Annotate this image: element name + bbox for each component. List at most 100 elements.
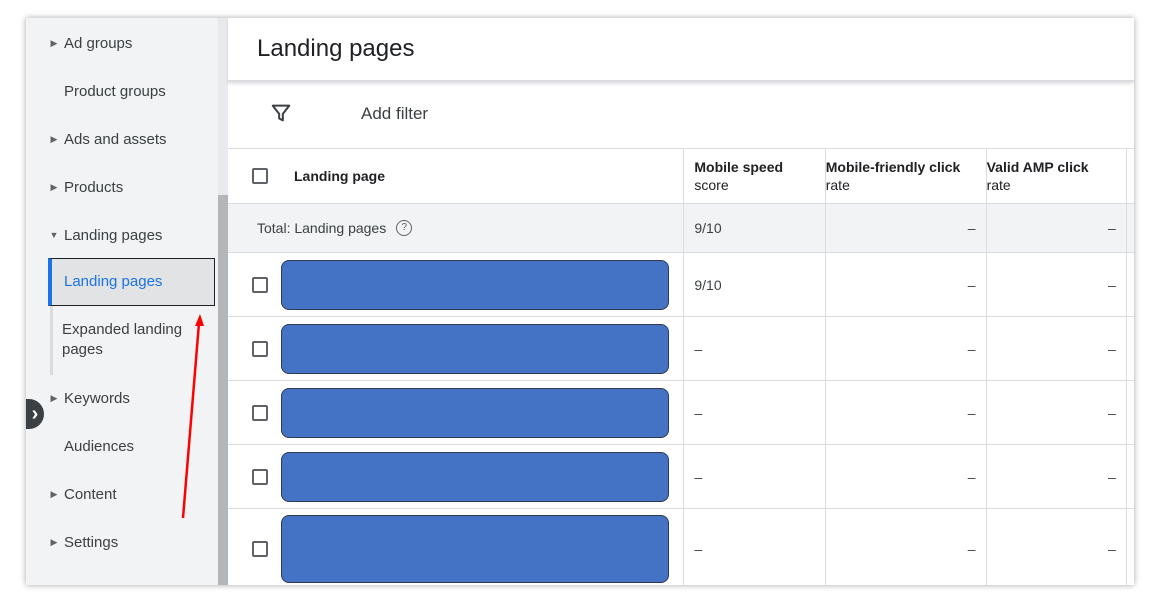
caret-right-icon: ▶: [50, 536, 58, 547]
row-checkbox[interactable]: [252, 468, 268, 485]
landing-pages-table: Landing page Mobile speed score Mobile-f…: [228, 148, 1134, 585]
landing-page-cell: [228, 252, 685, 317]
column-header-label: Landing page: [294, 167, 385, 184]
row-checkbox[interactable]: [252, 404, 268, 421]
valid-amp-cell: –: [986, 508, 1127, 585]
sidebar-item-label: Audiences: [64, 437, 135, 455]
app-window: ▶ Ad groups Product groups ▶ Ads and ass…: [26, 18, 1134, 585]
caret-right-icon: ▶: [50, 133, 58, 144]
main-content: Landing pages Add filter Landing page Mo…: [228, 18, 1134, 585]
mobile-speed-cell: –: [683, 380, 826, 445]
sidebar-item-label: Product groups: [64, 82, 166, 100]
caret-right-icon: ▶: [50, 488, 58, 499]
column-header-mobile-speed-score[interactable]: Mobile speed score: [683, 148, 826, 204]
table-row: – – –: [228, 508, 1134, 585]
sidebar-item-label: Products: [64, 178, 124, 196]
sidebar-item-label: Ads and assets: [64, 130, 167, 148]
overflow-cell: [1126, 203, 1134, 253]
column-header-label: score: [694, 176, 729, 193]
mobile-friendly-cell: –: [825, 444, 987, 509]
mobile-friendly-cell: –: [825, 252, 987, 317]
overflow-cell: [1126, 252, 1134, 317]
sidebar-item-content[interactable]: ▶ Content: [26, 471, 218, 517]
column-header-mobile-friendly-click-rate[interactable]: Mobile-friendly click rate: [825, 148, 987, 204]
column-header-label: rate: [825, 176, 850, 193]
valid-amp-cell: –: [986, 316, 1127, 381]
caret-down-icon: ▼: [49, 230, 59, 240]
sidebar-item-landing-pages[interactable]: ▼ Landing pages: [26, 212, 218, 258]
column-header-label: Valid AMP click: [986, 158, 1089, 175]
table-row: 9/10 – –: [228, 252, 1134, 317]
caret-right-icon: ▶: [50, 392, 58, 403]
sidebar-item-label: Settings: [64, 533, 119, 551]
select-all-checkbox[interactable]: [252, 167, 268, 184]
overflow-cell: [1126, 380, 1134, 445]
help-icon[interactable]: ?: [396, 220, 413, 236]
landing-page-cell: [228, 380, 685, 445]
caret-right-icon: ▶: [50, 37, 58, 48]
sidebar-nav: ▶ Ad groups Product groups ▶ Ads and ass…: [26, 18, 218, 585]
redacted-url[interactable]: [281, 451, 669, 502]
title-bar: Landing pages: [228, 18, 1134, 82]
sidebar-subitem-label: Landing pages: [64, 273, 163, 290]
mobile-speed-cell: 9/10: [683, 252, 826, 317]
sidebar-item-settings[interactable]: ▶ Settings: [26, 519, 218, 565]
table-row: – – –: [228, 316, 1134, 381]
sidebar-subitem-landing-pages[interactable]: Landing pages: [48, 258, 215, 306]
sidebar-item-ad-groups[interactable]: ▶ Ad groups: [26, 20, 218, 66]
sidebar-subitem-label: Expanded landing pages: [62, 321, 183, 358]
filter-bar: Add filter: [228, 82, 1134, 149]
total-mobile-speed-cell: 9/10: [683, 203, 826, 253]
table-row: – – –: [228, 444, 1134, 509]
column-header-overflow: [1126, 148, 1134, 204]
caret-right-icon: ▶: [50, 181, 58, 192]
valid-amp-cell: –: [986, 444, 1127, 509]
row-checkbox[interactable]: [252, 276, 268, 293]
landing-page-cell: [228, 444, 685, 509]
row-checkbox[interactable]: [252, 340, 268, 357]
sidebar-item-keywords[interactable]: ▶ Keywords: [26, 375, 218, 421]
redacted-url[interactable]: [281, 259, 669, 310]
sidebar-subitem-expanded-landing-pages[interactable]: Expanded landing pages: [48, 314, 218, 366]
column-header-landing-page[interactable]: Landing page: [228, 148, 685, 204]
mobile-friendly-cell: –: [825, 316, 987, 381]
row-checkbox[interactable]: [252, 540, 268, 557]
mobile-friendly-cell: –: [825, 508, 987, 585]
valid-amp-cell: –: [986, 252, 1127, 317]
overflow-cell: [1126, 316, 1134, 381]
sidebar-item-label: Ad groups: [64, 34, 133, 52]
sidebar-item-label: Keywords: [64, 389, 130, 407]
mobile-speed-cell: –: [683, 316, 826, 381]
table-row: – – –: [228, 380, 1134, 445]
total-label: Total: Landing pages: [257, 220, 387, 236]
total-label-cell: Total: Landing pages ?: [228, 203, 685, 253]
column-header-valid-amp-click-rate[interactable]: Valid AMP click rate: [986, 148, 1127, 204]
sidebar-item-ads-and-assets[interactable]: ▶ Ads and assets: [26, 116, 218, 162]
column-header-label: Mobile-friendly click: [825, 158, 961, 175]
mobile-speed-cell: –: [683, 508, 826, 585]
total-valid-amp-cell: –: [986, 203, 1127, 253]
sidebar-scrollbar-thumb[interactable]: [218, 195, 228, 585]
overflow-cell: [1126, 508, 1134, 585]
redacted-url[interactable]: [281, 387, 669, 438]
sidebar-item-products[interactable]: ▶ Products: [26, 164, 218, 210]
landing-page-cell: [228, 316, 685, 381]
sidebar-item-audiences[interactable]: Audiences: [26, 423, 218, 469]
chevron-right-icon: ›: [31, 403, 39, 425]
table-total-row: Total: Landing pages ? 9/10 – –: [228, 203, 1134, 253]
redacted-url[interactable]: [281, 514, 669, 583]
filter-icon[interactable]: [270, 102, 292, 124]
landing-page-cell: [228, 508, 685, 585]
redacted-url[interactable]: [281, 323, 669, 374]
overflow-cell: [1126, 444, 1134, 509]
total-mobile-friendly-cell: –: [825, 203, 987, 253]
mobile-speed-cell: –: [683, 444, 826, 509]
sidebar-item-label: Content: [64, 485, 117, 503]
column-header-label: Mobile speed: [694, 158, 784, 175]
column-header-label: rate: [986, 176, 1011, 193]
add-filter-button[interactable]: Add filter: [361, 104, 428, 124]
valid-amp-cell: –: [986, 380, 1127, 445]
mobile-friendly-cell: –: [825, 380, 987, 445]
sidebar-item-label: Landing pages: [64, 226, 163, 244]
sidebar-item-product-groups[interactable]: Product groups: [26, 68, 218, 114]
